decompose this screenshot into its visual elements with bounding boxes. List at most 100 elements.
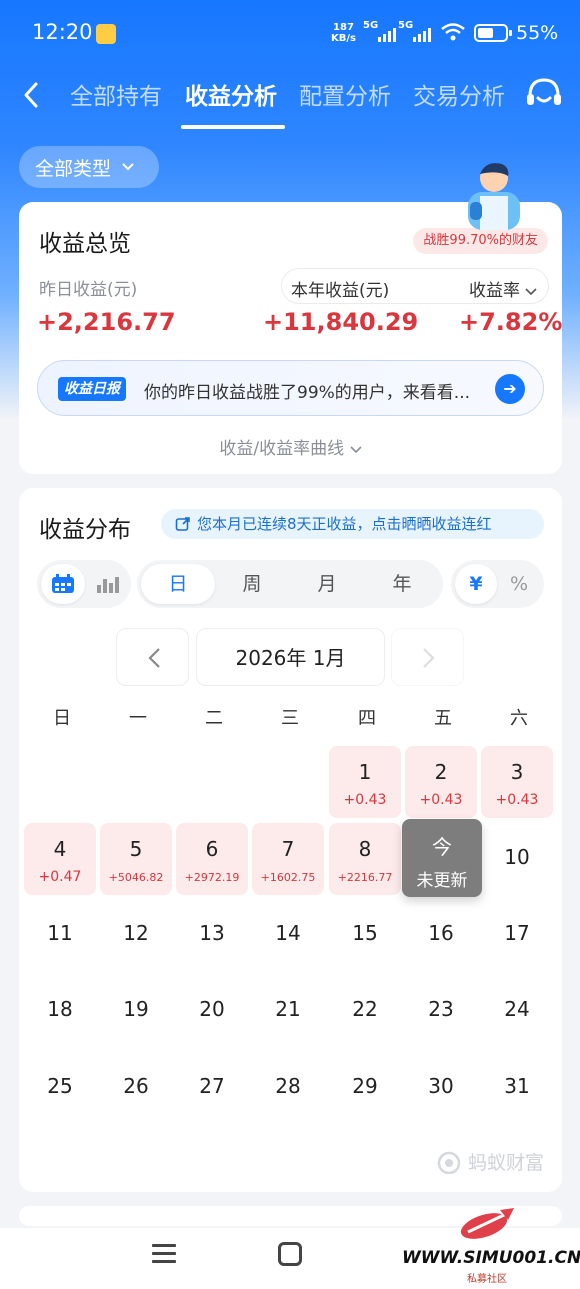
tab-trade-analysis[interactable]: 交易分析 [413,77,505,111]
day-number: 4 [53,837,67,861]
calendar-day[interactable]: 18 [24,975,96,1047]
arrow-right-icon[interactable]: ➔ [495,374,525,404]
calendar-icon [52,574,74,593]
rate-selector[interactable]: 收益率 [469,276,537,301]
calendar-day[interactable]: 25 [24,1052,96,1124]
calendar-day[interactable]: 4 +0.47 [24,823,96,895]
day-number: 3 [510,760,524,784]
day-number: 29 [352,1074,378,1098]
calendar-day[interactable]: 8 +2216.77 [329,823,401,895]
signal-icon [413,26,431,42]
chevron-right-icon [423,648,435,668]
weekday-label: 二 [205,708,223,729]
calendar-day[interactable]: 24 [481,975,553,1047]
year-profit-label: 本年收益(元) [291,281,390,301]
calendar-day[interactable]: 19 [100,975,172,1047]
calendar-day[interactable]: 11 [24,899,96,971]
next-month-button[interactable] [391,628,464,686]
chevron-down-icon [525,288,537,296]
customer-service-icon[interactable] [522,74,566,114]
chevron-down-icon [122,163,134,171]
unit-toggle: ¥ % [451,560,544,608]
calendar-day[interactable]: 21 [252,975,324,1047]
overview-title: 收益总览 [39,231,131,257]
calendar-day[interactable]: 15 [329,899,401,971]
period-month[interactable]: 月 [290,564,364,604]
period-day[interactable]: 日 [141,564,215,604]
tab-all-holdings[interactable]: 全部持有 [70,77,162,111]
day-number: 7 [281,837,295,861]
tab-allocation-analysis[interactable]: 配置分析 [299,77,391,111]
day-number: 30 [428,1074,454,1098]
weekday-label: 六 [510,708,528,729]
calendar-day[interactable]: 14 [252,899,324,971]
weekday-label: 日 [53,708,71,729]
bar-chart-icon [97,577,119,593]
calendar-day[interactable]: 7 +1602.75 [252,823,324,895]
calendar-day[interactable]: 27 [176,1052,248,1124]
calendar-day[interactable]: 12 [100,899,172,971]
home-icon[interactable] [278,1242,302,1266]
day-number: 15 [352,921,378,945]
calendar-day-today[interactable]: 今未更新 [402,819,482,897]
day-number: 16 [428,921,454,945]
yesterday-profit-label: 昨日收益(元) [39,280,138,300]
calendar-day[interactable]: 28 [252,1052,324,1124]
calendar-day[interactable]: 16 [405,899,477,971]
day-number: 5 [129,837,143,861]
bar-chart-view-button[interactable] [85,564,129,604]
day-number: 18 [47,997,73,1021]
rate-label: 收益率 [469,281,520,301]
status-bar: 12:20 187 KB/s 5G 5G 55% [0,0,580,66]
site-url: WWW.SIMU001.CN [402,1248,580,1268]
profit-curve-label: 收益/收益率曲线 [219,439,345,459]
daily-report-banner[interactable]: 收益日报 你的昨日收益战胜了99%的用户，来看看... ➔ [37,360,544,416]
unit-amount-button[interactable]: ¥ [455,564,497,604]
menu-icon[interactable] [152,1244,176,1266]
watermark: 蚂蚁财富 [436,1148,544,1175]
day-number: 17 [504,921,530,945]
day-number: 20 [199,997,225,1021]
system-navigation-bar: WWW.SIMU001.CN 私募社区 [0,1208,580,1289]
share-icon [175,517,190,531]
calendar-day[interactable]: 22 [329,975,401,1047]
calendar-day[interactable]: 31 [481,1052,553,1124]
day-number: 2 [434,760,448,784]
back-arrow-icon[interactable] [14,74,54,114]
profit-distribution-card: 收益分布 您本月已连续8天正收益，点击晒晒收益连红 日 周 月 年 ¥ % 20… [19,488,562,1192]
calendar-day[interactable]: 10 [481,823,553,895]
calendar-day[interactable]: 5 +5046.82 [100,823,172,895]
beat-percentage-badge[interactable]: 战胜99.70%的财友 [413,228,548,254]
calendar-day[interactable]: 20 [176,975,248,1047]
site-subtitle: 私募社区 [467,1274,507,1285]
calendar-day[interactable]: 6 +2972.19 [176,823,248,895]
top-navigation: 全部持有 收益分析 配置分析 交易分析 [0,66,580,136]
weekday-label: 一 [129,708,147,729]
calendar-day[interactable]: 26 [100,1052,172,1124]
day-number: 1 [358,760,372,784]
profit-rate-value: +7.82% [459,308,563,336]
profit-curve-toggle[interactable]: 收益/收益率曲线 [19,434,562,459]
period-week[interactable]: 周 [215,564,289,604]
period-year[interactable]: 年 [365,564,439,604]
type-filter-dropdown[interactable]: 全部类型 [19,146,159,188]
calendar-day[interactable]: 29 [329,1052,401,1124]
calendar-day[interactable]: 30 [405,1052,477,1124]
calendar-day[interactable]: 17 [481,899,553,971]
current-month-label: 2026年 1月 [196,628,385,686]
calendar-day[interactable]: 23 [405,975,477,1047]
calendar-day[interactable]: 1 +0.43 [329,746,401,818]
prev-month-button[interactable] [116,628,189,686]
calendar-view-button[interactable] [41,564,85,604]
calendar-day[interactable]: 3 +0.43 [481,746,553,818]
tab-profit-analysis[interactable]: 收益分析 [185,77,277,111]
battery-percent: 55% [516,22,559,44]
streak-promo-banner[interactable]: 您本月已连续8天正收益，点击晒晒收益连红 [161,509,544,539]
day-profit: +1602.75 [260,871,316,884]
day-number: 27 [199,1074,225,1098]
sim2-label: 5G [398,20,414,31]
unit-percent-button[interactable]: % [498,564,540,604]
day-number: 21 [275,997,301,1021]
calendar-day[interactable]: 13 [176,899,248,971]
calendar-day[interactable]: 2 +0.43 [405,746,477,818]
